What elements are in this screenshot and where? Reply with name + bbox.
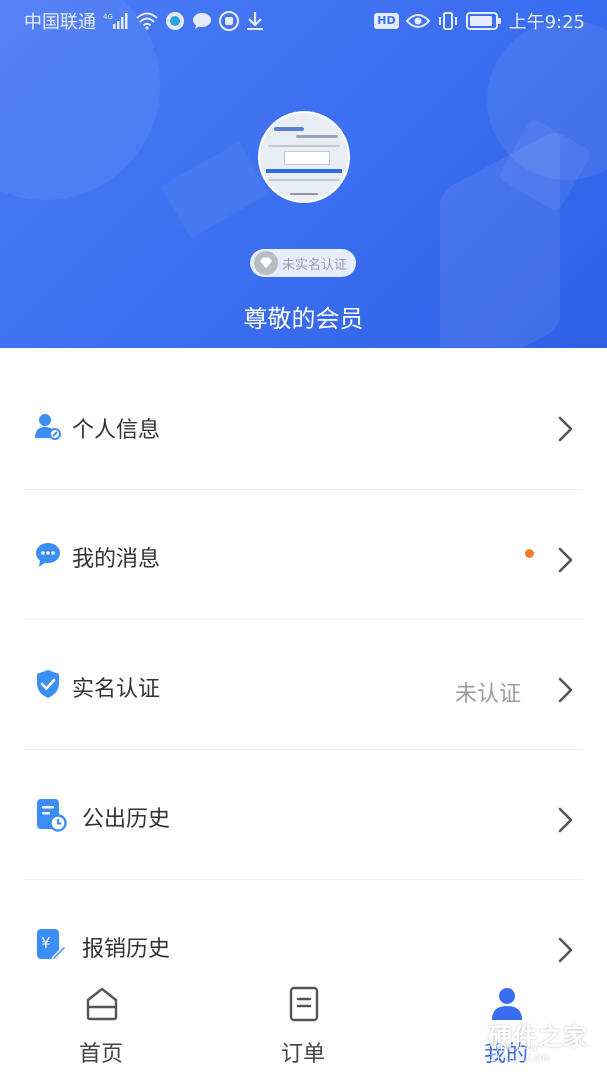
wifi-icon [136, 12, 158, 30]
chevron-right-icon [558, 547, 573, 573]
app-notification-icon [165, 11, 185, 31]
user-edit-icon [34, 411, 62, 441]
document-clock-icon [34, 798, 68, 832]
carrier-name: 中国联通 [24, 12, 96, 33]
chevron-right-icon [558, 807, 573, 833]
verify-status-badge[interactable]: 未实名认证 [250, 249, 356, 277]
member-name: 尊敬的会员 [243, 305, 364, 333]
menu-item-messages[interactable]: 我的消息 [24, 490, 583, 620]
verify-status-value: 未认证 [454, 682, 521, 707]
download-icon [246, 11, 264, 31]
network-type: 4G [103, 13, 113, 21]
clock-time: 上午9:25 [508, 12, 585, 33]
menu-item-label: 个人信息 [72, 418, 161, 443]
chevron-right-icon [558, 677, 573, 703]
order-list-icon [289, 986, 319, 1022]
chevron-right-icon [558, 416, 573, 442]
menu-item-personal-info[interactable]: 个人信息 [24, 360, 583, 490]
menu-item-business-trip-history[interactable]: 公出历史 [24, 750, 583, 880]
tab-home[interactable]: 首页 [21, 970, 181, 1080]
menu-item-label: 实名认证 [72, 677, 161, 702]
message-notification-icon [192, 12, 212, 30]
home-icon [86, 987, 118, 1021]
menu-item-label: 公出历史 [82, 807, 171, 832]
shield-check-icon [34, 669, 62, 699]
site-watermark: 硬件之家 YINGJIAN ZHIJIA.COM [440, 1004, 600, 1064]
hd-indicator: HD [374, 13, 399, 29]
yuan-document-icon: ¥ [34, 928, 68, 962]
menu-item-label: 我的消息 [72, 547, 161, 572]
profile-header: 中国联通 4G HD 上午9:25 未实名认证 尊敬的会员 [0, 0, 607, 348]
unread-dot [525, 549, 534, 558]
avatar[interactable] [258, 111, 350, 203]
header-decoration [161, 141, 269, 239]
chevron-right-icon [558, 937, 573, 963]
tab-label: 首页 [78, 1042, 123, 1067]
signal-icon: 4G [103, 12, 129, 30]
battery-icon [465, 11, 502, 31]
chat-bubble-icon [34, 540, 62, 570]
watermark-logo-icon [441, 1011, 481, 1057]
menu-item-real-name-verify[interactable]: 实名认证 未认证 [24, 620, 583, 750]
tab-orders[interactable]: 订单 [223, 970, 383, 1080]
watermark-subtext: YINGJIAN ZHIJIA.COM [490, 1044, 551, 1064]
status-bar: 中国联通 4G HD 上午9:25 [0, 0, 607, 42]
hand-notification-icon [219, 11, 239, 31]
eye-icon [405, 13, 430, 29]
vibrate-icon [437, 11, 459, 31]
diamond-icon [254, 251, 278, 275]
verify-status-text: 未实名认证 [282, 257, 348, 273]
tab-label: 订单 [280, 1042, 325, 1067]
svg-text:¥: ¥ [41, 934, 51, 952]
menu-item-label: 报销历史 [82, 937, 171, 962]
